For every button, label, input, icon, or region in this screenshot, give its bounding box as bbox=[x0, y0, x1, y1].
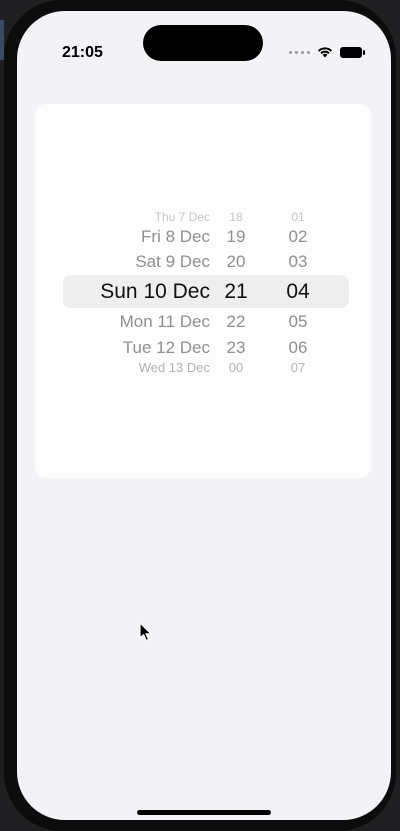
minute-option[interactable]: 06 bbox=[278, 338, 318, 358]
date-option[interactable]: Wed 13 Dec bbox=[50, 360, 210, 375]
home-indicator[interactable] bbox=[137, 810, 271, 815]
date-option[interactable]: Mon 11 Dec bbox=[50, 312, 210, 332]
minute-option[interactable]: 07 bbox=[278, 360, 318, 375]
date-picker-card: Thu 7 Dec Fri 8 Dec Sat 9 Dec Sun 10 Dec… bbox=[35, 104, 371, 478]
minute-option[interactable]: 03 bbox=[278, 252, 318, 272]
hour-option[interactable]: 23 bbox=[216, 338, 256, 358]
date-option-selected[interactable]: Sun 10 Dec bbox=[50, 280, 210, 304]
dynamic-island bbox=[143, 25, 263, 61]
date-option[interactable]: Sat 9 Dec bbox=[50, 252, 210, 272]
status-icons bbox=[289, 46, 365, 58]
date-option[interactable]: Thu 7 Dec bbox=[50, 210, 210, 224]
hour-option-selected[interactable]: 21 bbox=[216, 280, 256, 304]
hour-option[interactable]: 22 bbox=[216, 312, 256, 332]
mouse-pointer-icon bbox=[139, 622, 152, 642]
date-option[interactable]: Tue 12 Dec bbox=[50, 338, 210, 358]
hour-option[interactable]: 00 bbox=[216, 360, 256, 375]
minute-option[interactable]: 02 bbox=[278, 227, 318, 247]
battery-icon bbox=[340, 46, 365, 58]
minute-option[interactable]: 05 bbox=[278, 312, 318, 332]
device-frame: 21:05 Thu 7 Dec Fri 8 Dec Sat 9 Dec Sun … bbox=[0, 0, 400, 831]
phone-bezel: 21:05 Thu 7 Dec Fri 8 Dec Sat 9 Dec Sun … bbox=[4, 0, 396, 831]
hour-option[interactable]: 18 bbox=[216, 210, 256, 224]
minute-option[interactable]: 01 bbox=[278, 210, 318, 224]
hour-option[interactable]: 20 bbox=[216, 252, 256, 272]
status-time: 21:05 bbox=[62, 44, 103, 61]
date-option[interactable]: Fri 8 Dec bbox=[50, 227, 210, 247]
phone-screen: 21:05 Thu 7 Dec Fri 8 Dec Sat 9 Dec Sun … bbox=[17, 11, 391, 820]
cellular-dots-icon bbox=[289, 50, 310, 54]
minute-option-selected[interactable]: 04 bbox=[278, 280, 318, 304]
hour-option[interactable]: 19 bbox=[216, 227, 256, 247]
wifi-icon bbox=[318, 47, 332, 58]
